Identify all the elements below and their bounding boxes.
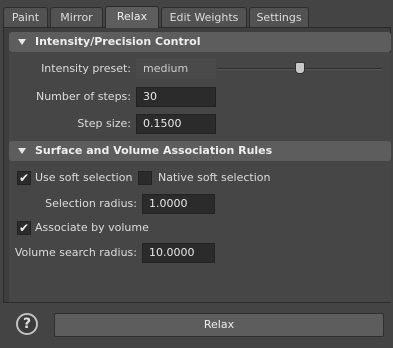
checkmark-icon: ✔: [18, 171, 30, 185]
associate-volume-checkbox[interactable]: ✔: [17, 221, 31, 235]
association-section-header[interactable]: Surface and Volume Association Rules: [9, 141, 391, 161]
question-mark-icon: ?: [22, 316, 32, 332]
selection-radius-input[interactable]: 1.0000: [142, 194, 215, 214]
tab-bar: Paint Mirror Relax Edit Weights Settings: [0, 0, 393, 28]
intensity-preset-label: Intensity preset:: [41, 62, 131, 75]
step-size-label: Step size:: [77, 117, 131, 130]
tab-settings[interactable]: Settings: [249, 7, 309, 27]
native-soft-selection-label: Native soft selection: [158, 171, 271, 184]
tab-relax[interactable]: Relax: [105, 6, 159, 28]
intensity-preset-field[interactable]: medium: [136, 59, 216, 79]
volume-search-radius-label: Volume search radius:: [14, 246, 137, 259]
association-section-body: ✔ Use soft selection Native soft selecti…: [9, 161, 391, 302]
step-size-input[interactable]: 0.1500: [136, 114, 216, 134]
soft-selection-checkbox[interactable]: ✔: [17, 171, 31, 185]
collapse-triangle-icon: [18, 148, 26, 154]
intensity-section-header[interactable]: Intensity/Precision Control: [9, 32, 391, 52]
help-button[interactable]: ?: [16, 313, 38, 335]
intensity-slider-handle[interactable]: [294, 62, 305, 74]
soft-selection-label: Use soft selection: [35, 171, 133, 184]
association-section-title: Surface and Volume Association Rules: [35, 144, 273, 157]
steps-label: Number of steps:: [35, 90, 131, 103]
checkmark-icon: ✔: [18, 221, 30, 235]
volume-search-radius-input[interactable]: 10.0000: [142, 243, 215, 263]
native-soft-selection-checkbox[interactable]: [138, 171, 152, 185]
tab-mirror[interactable]: Mirror: [50, 7, 103, 27]
intensity-section-title: Intensity/Precision Control: [35, 35, 201, 48]
selection-radius-label: Selection radius:: [45, 197, 137, 210]
collapse-triangle-icon: [18, 39, 26, 45]
relax-window: Paint Mirror Relax Edit Weights Settings…: [0, 0, 393, 348]
tab-edit-weights[interactable]: Edit Weights: [161, 7, 247, 27]
relax-button[interactable]: Relax: [54, 313, 384, 337]
steps-input[interactable]: 30: [136, 87, 216, 107]
associate-volume-label: Associate by volume: [35, 221, 149, 234]
tab-paint[interactable]: Paint: [3, 7, 48, 27]
relax-panel: Intensity/Precision Control Intensity pr…: [3, 27, 391, 303]
